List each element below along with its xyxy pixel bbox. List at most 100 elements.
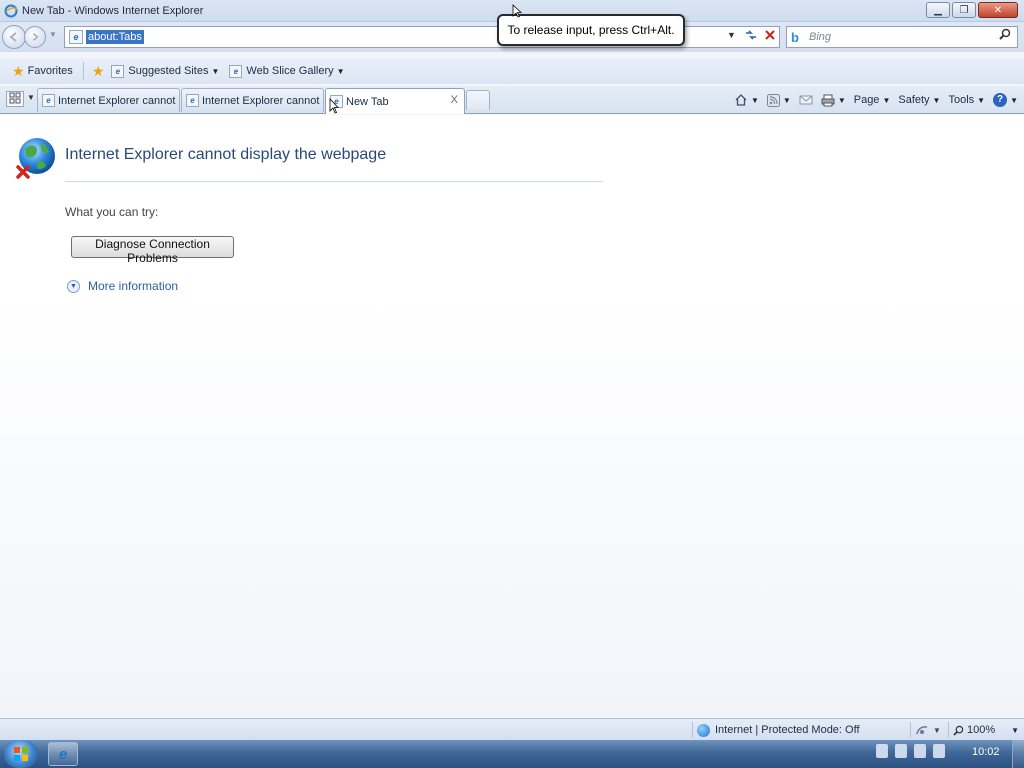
page-menu-label: Page xyxy=(853,94,880,106)
chevron-down-icon: ▼ xyxy=(750,95,759,105)
ie-page-icon: e xyxy=(42,94,55,107)
feeds-button[interactable]: ▼ xyxy=(766,93,791,107)
mouse-cursor-icon xyxy=(512,4,522,18)
close-tab-button[interactable]: X xyxy=(451,94,458,106)
back-arrow-icon xyxy=(9,32,17,42)
quick-tabs-button[interactable] xyxy=(6,91,24,107)
chevron-down-icon: ▼ xyxy=(933,725,941,735)
read-mail-button[interactable] xyxy=(799,94,813,106)
start-button[interactable] xyxy=(4,740,38,768)
read-mail-icon xyxy=(799,95,813,105)
ie-page-icon: e xyxy=(186,94,199,107)
chevron-down-icon: ▼ xyxy=(837,95,846,105)
web-slice-gallery-link[interactable]: e Web Slice Gallery ▼ xyxy=(229,64,345,78)
zone-label: Internet | Protected Mode: Off xyxy=(715,724,860,736)
security-zone[interactable]: Internet | Protected Mode: Off xyxy=(692,722,860,738)
taskbar: e 10:02 xyxy=(0,740,1024,768)
chevron-down-icon: ▼ xyxy=(882,95,891,105)
favorites-button[interactable]: ★ Favorites xyxy=(12,63,73,80)
tab-error-1[interactable]: e Internet Explorer cannot di... xyxy=(37,88,180,112)
minimize-button[interactable]: ▁ xyxy=(926,2,950,18)
globe-with-red-x-icon xyxy=(16,138,55,179)
new-tab-button[interactable] xyxy=(466,90,490,110)
page-content: Internet Explorer cannot display the web… xyxy=(0,115,1024,718)
tools-menu-label: Tools xyxy=(948,94,975,106)
close-button[interactable]: ✕ xyxy=(978,2,1018,18)
tab-bar: ▼ e Internet Explorer cannot di... e Int… xyxy=(0,86,1024,114)
print-button[interactable]: ▼ xyxy=(821,94,846,107)
error-title: Internet Explorer cannot display the web… xyxy=(65,146,387,163)
magnifier-icon xyxy=(999,28,1011,40)
tab-label: Internet Explorer cannot di... xyxy=(58,94,179,107)
display-icon[interactable] xyxy=(895,744,907,758)
command-bar: ▼ ▼ ▼ Page ▼ Safety ▼ Tools ▼ ? ▼ xyxy=(726,90,1018,110)
refresh-icon xyxy=(746,30,756,40)
printer-icon xyxy=(821,94,835,106)
safety-menu-label: Safety xyxy=(898,94,930,106)
search-placeholder: Bing xyxy=(809,31,832,43)
refresh-button[interactable] xyxy=(743,28,759,46)
tab-error-2[interactable]: e Internet Explorer cannot di... xyxy=(181,88,324,112)
chevron-down-icon: ▼ xyxy=(977,95,986,105)
action-center-icon[interactable] xyxy=(876,744,888,758)
page-menu[interactable]: Page ▼ xyxy=(854,94,891,106)
search-box[interactable]: b Bing xyxy=(786,26,1018,48)
divider xyxy=(65,181,603,182)
network-icon[interactable] xyxy=(914,744,926,758)
forward-button[interactable] xyxy=(24,26,46,48)
window-controls: ▁ ❐ ✕ xyxy=(924,2,1018,18)
stop-icon xyxy=(765,30,775,40)
chevron-down-icon: ▼ xyxy=(336,66,345,76)
recent-pages-dropdown[interactable]: ▼ xyxy=(49,30,57,39)
clock[interactable]: 10:02 xyxy=(972,746,1000,758)
zoom-control[interactable]: 100% ▼ xyxy=(948,722,1019,738)
diagnose-connection-problems-button[interactable]: Diagnose Connection Problems xyxy=(71,236,234,265)
stop-button[interactable] xyxy=(762,28,778,46)
address-text-selected: about:Tabs xyxy=(86,30,144,44)
taskbar-internet-explorer[interactable]: e xyxy=(48,742,78,766)
tab-label: New Tab xyxy=(346,95,389,108)
what-you-can-try-label: What you can try: xyxy=(65,205,159,219)
add-favorite-star-icon: ★ xyxy=(91,62,105,79)
address-dropdown[interactable]: ▼ xyxy=(727,30,736,40)
help-icon: ? xyxy=(993,93,1008,107)
zoom-magnifier-icon xyxy=(953,725,964,736)
grid-icon xyxy=(9,92,21,104)
chevron-down-icon: ▼ xyxy=(1010,95,1018,105)
tab-new-tab[interactable]: e New Tab X xyxy=(325,88,465,114)
favorites-label: Favorites xyxy=(27,65,73,77)
addon-status[interactable]: ▼ xyxy=(910,722,941,738)
expand-chevron-icon: ▼ xyxy=(67,279,80,293)
page-icon: e xyxy=(69,30,83,44)
maximize-button[interactable]: ❐ xyxy=(952,2,976,18)
suggested-sites-link[interactable]: e Suggested Sites ▼ xyxy=(111,64,220,78)
release-input-tooltip: To release input, press Ctrl+Alt. xyxy=(497,14,685,46)
bing-icon: b xyxy=(791,29,799,45)
volume-icon[interactable] xyxy=(933,744,945,758)
favorites-bar: ★ Favorites ★ e Suggested Sites ▼ e Web … xyxy=(0,58,1024,84)
search-button[interactable] xyxy=(999,28,1011,43)
star-icon: ★ xyxy=(12,62,25,79)
ie-logo-icon: e xyxy=(58,745,68,763)
rss-feed-icon xyxy=(766,93,780,107)
add-to-favorites-bar-button[interactable]: ★ xyxy=(92,63,108,80)
tools-menu[interactable]: Tools ▼ xyxy=(948,94,985,106)
chevron-down-icon: ▼ xyxy=(1011,725,1020,735)
tab-list-dropdown[interactable]: ▼ xyxy=(27,93,35,102)
back-button[interactable] xyxy=(2,25,26,49)
help-menu[interactable]: ? ▼ xyxy=(993,93,1018,107)
accelerator-icon xyxy=(916,726,928,735)
home-button[interactable]: ▼ xyxy=(734,93,759,107)
system-tray xyxy=(876,744,952,758)
internet-zone-globe-icon xyxy=(697,723,710,737)
more-information-label: More information xyxy=(88,279,179,293)
safety-menu[interactable]: Safety ▼ xyxy=(898,94,940,106)
zoom-level: 100% xyxy=(967,724,996,736)
ie-page-icon: e xyxy=(229,64,243,78)
chevron-down-icon: ▼ xyxy=(782,95,791,105)
suggested-sites-label: Suggested Sites xyxy=(128,65,209,77)
show-desktop-button[interactable] xyxy=(1012,740,1024,768)
mouse-pointer-icon xyxy=(329,98,339,114)
more-information-link[interactable]: ▼ More information xyxy=(67,279,178,293)
chevron-down-icon: ▼ xyxy=(211,66,220,76)
